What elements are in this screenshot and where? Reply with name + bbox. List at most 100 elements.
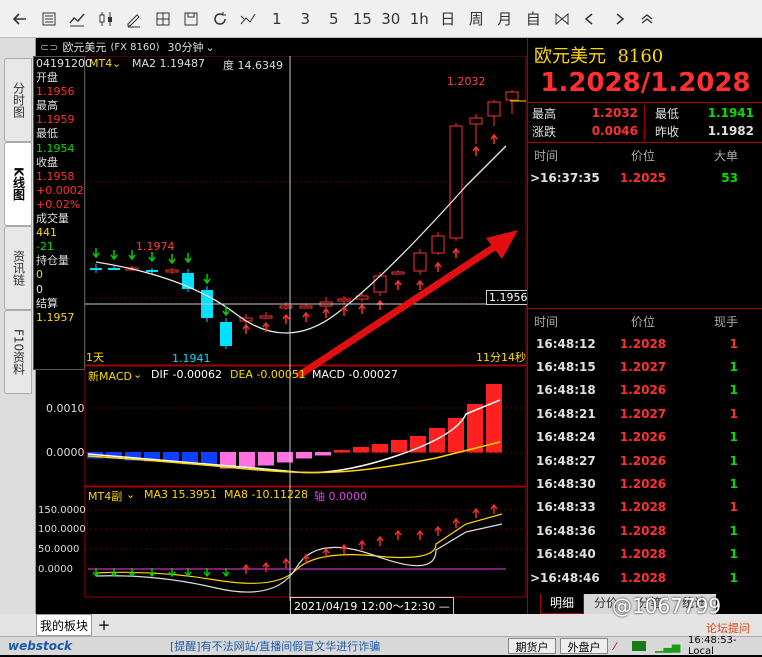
mt4-y-50: 50.0000 [38,544,80,555]
ma-value: MA2 1.19487 [132,57,205,70]
info-settle: 1.1957 [36,310,75,324]
macd-bar [353,447,369,453]
notice-text[interactable]: [提醒]有不法网站/直播间假冒文华进行诈骗 [170,638,380,654]
tick-row[interactable]: 16:48:36 1.2028 1 [528,519,762,542]
big-header-price: 价位 [630,148,655,163]
low-mark: 1.1941 [172,352,211,365]
macd-name[interactable]: 新MACD [88,368,132,384]
foreign-account-button[interactable]: 外盘户 [560,638,608,654]
period-month[interactable]: 月 [491,4,520,34]
info-oi-label: 持仓量 [36,254,69,268]
my-board-tab[interactable]: 我的板块 [36,614,92,636]
double-up-icon[interactable] [633,4,662,34]
tick-time: 16:48:15 [536,360,596,375]
tick-vol: 1 [729,570,738,585]
quote-low-label: 最低 [644,104,694,122]
right-arrow-icon[interactable] [605,4,634,34]
tab-news[interactable]: 资讯链 [4,226,32,310]
quote-chg: 0.0046 [591,124,638,138]
add-board-button[interactable]: + [95,614,113,636]
macd-chevron-icon[interactable]: ⌄ [133,368,142,381]
candle-body [299,305,313,309]
watermark: @1067799 [612,594,722,618]
link-icon: ⊂⊃ [40,40,59,54]
tick-price: 1.2028 [619,570,667,585]
quote-ask: 1.2028 [650,68,751,98]
info-date: 04191200 [36,57,92,70]
period-15[interactable]: 15 [348,4,377,34]
quote-stats: 最高 1.2032 最低 1.1941 涨跌 0.0046 昨收 1.1982 [528,104,762,140]
period-custom[interactable]: 自 [519,4,548,34]
period-left-label: 1天 [86,351,104,364]
quote-bid: 1.2028 [540,68,641,98]
chart-canvas[interactable] [36,56,527,614]
tick-vol: 1 [729,547,738,562]
tick-row[interactable]: 16:48:12 1.2028 1 [528,332,762,355]
back-icon[interactable] [6,4,35,34]
tick-row[interactable]: 16:48:30 1.2026 1 [528,472,762,495]
save-icon[interactable] [177,4,206,34]
tick-row[interactable]: 16:48:21 1.2027 1 [528,402,762,425]
refresh-icon[interactable] [206,4,235,34]
tick-price: 1.2028 [619,336,667,351]
candle-body [259,315,273,319]
period-5[interactable]: 5 [320,4,349,34]
tab-detail[interactable]: 明细 [540,594,584,614]
tick-row[interactable]: 16:48:15 1.2027 1 [528,355,762,378]
macd-bar [315,452,331,456]
tick-row[interactable]: 16:48:40 1.2028 1 [528,543,762,566]
period-1[interactable]: 1 [263,4,292,34]
tick-header-price: 价位 [630,314,655,329]
tick-row[interactable]: 16:48:27 1.2026 1 [528,449,762,472]
main-indicator-chevron-icon[interactable]: ⌄ [112,57,121,70]
tick-vol: 1 [729,383,738,398]
period-1h[interactable]: 1h [405,4,434,34]
mt4-sub-chevron-icon[interactable]: ⌄ [126,488,135,501]
tick-price: 1.2026 [619,453,667,468]
tick-row[interactable]: 16:48:24 1.2026 1 [528,426,762,449]
brand-logo: webstock [8,639,73,653]
period-30[interactable]: 30 [377,4,406,34]
chevron-down-icon[interactable]: ⌄ [205,41,214,54]
draw-icon[interactable] [234,4,263,34]
line-chart-icon[interactable] [63,4,92,34]
left-arrow-icon[interactable] [576,4,605,34]
macd-bar [448,418,464,453]
candle-body [449,125,463,239]
list-icon[interactable] [35,4,64,34]
signal-icon: ⁄ [614,639,616,653]
info-vol2: -21 [36,240,54,254]
candle-icon[interactable] [92,4,121,34]
chart-code: (FX 8160) [110,41,160,53]
edit-chart-icon[interactable] [120,4,149,34]
big-order-row[interactable]: >16:37:35 1.2025 53 [528,166,762,189]
left-high-mark: 1.1974 [136,240,175,253]
mt4-sub-name[interactable]: MT4副 [88,488,122,504]
period-select[interactable]: 30分钟 [167,39,203,55]
tick-row[interactable]: >16:48:46 1.2028 1 [528,566,762,589]
quote-chg-label: 涨跌 [532,124,557,139]
period-day[interactable]: 日 [434,4,463,34]
period-week[interactable]: 周 [462,4,491,34]
tick-table: 时间 价位 现手 16:48:12 1.2028 1 16:48:15 1.2027 1 1… [528,310,762,589]
tick-row[interactable]: 16:48:18 1.2026 1 [528,379,762,402]
tab-kline[interactable]: K线图 [4,142,32,226]
forum-link[interactable]: 论坛提问 [706,620,750,636]
tick-row[interactable]: 16:48:33 1.2028 1 [528,496,762,519]
macd-bar [277,452,293,463]
grid-chart-icon[interactable] [149,4,178,34]
macd-bar [372,444,388,453]
candle-body [165,269,179,273]
tab-timeshare[interactable]: 分时图 [4,58,32,142]
tick-time: 16:48:21 [536,406,596,421]
macd-bar [239,452,255,468]
tab-f10[interactable]: F10资料 [4,310,32,394]
time-label: 2021/04/19 12:00～12:30 — [290,597,454,615]
info-oi: 0 [36,268,43,282]
futures-account-button[interactable]: 期货户 [508,638,556,654]
tick-vol: 1 [729,477,738,492]
period-3[interactable]: 3 [291,4,320,34]
main-indicator-name[interactable]: MT4 [89,57,112,70]
bowtie-icon[interactable] [548,4,577,34]
tick-header-vol: 现手 [713,314,738,329]
